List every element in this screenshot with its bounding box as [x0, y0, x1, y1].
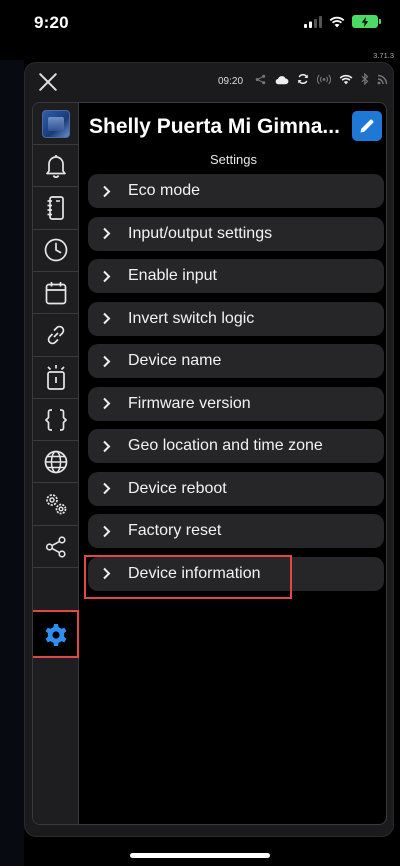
- sidebar-item-sharing[interactable]: [33, 526, 78, 568]
- sidebar-item-notifications[interactable]: [33, 145, 78, 188]
- cellular-signal-icon: [304, 15, 322, 28]
- sidebar: [33, 103, 79, 824]
- rss-icon: [377, 74, 388, 84]
- menu-item-label: Invert switch logic: [128, 309, 255, 327]
- sidebar-item-actions[interactable]: [33, 357, 78, 399]
- light-icon: [46, 365, 65, 391]
- menu-item-label: Enable input: [128, 267, 217, 284]
- device-content-frame: Shelly Puerta Mi Gimna... Settings Eco m…: [32, 102, 387, 825]
- chevron-right-icon: [103, 482, 111, 495]
- gears-icon: [45, 494, 66, 515]
- chevron-right-icon: [103, 227, 111, 240]
- sidebar-item-internet[interactable]: [33, 441, 78, 484]
- sidebar-item-advanced[interactable]: [33, 484, 78, 526]
- chevron-right-icon: [103, 270, 111, 282]
- device-information-highlight-box: [84, 555, 292, 599]
- menu-item-label: Geo location and time zone: [128, 437, 323, 454]
- chevron-right-icon: [103, 312, 111, 325]
- device-panel: 09:20 Shelly Puerta Mi Gimna... Settings…: [24, 62, 394, 837]
- page-title: Settings: [210, 152, 257, 167]
- menu-item-geo-location[interactable]: Geo location and time zone: [88, 429, 384, 463]
- menu-item-device-name[interactable]: Device name: [88, 344, 384, 378]
- bluetooth-icon: [361, 73, 369, 85]
- menu-item-input-output-settings[interactable]: Input/output settings: [88, 216, 384, 251]
- menu-item-label: Firmware version: [128, 394, 251, 412]
- menu-item-label: Factory reset: [128, 522, 222, 539]
- settings-content: Shelly Puerta Mi Gimna... Settings Eco m…: [79, 103, 386, 824]
- share-icon: [255, 74, 266, 84]
- device-thumbnail: [41, 109, 70, 138]
- chevron-right-icon: [103, 525, 111, 537]
- edit-name-button[interactable]: [352, 111, 382, 141]
- background-app-strip: [0, 60, 24, 866]
- sidebar-item-calendar[interactable]: [33, 272, 78, 315]
- cloud-icon: [275, 75, 289, 84]
- device-title: Shelly Puerta Mi Gimna...: [89, 115, 340, 138]
- chevron-right-icon: [103, 440, 111, 452]
- menu-item-invert-switch-logic[interactable]: Invert switch logic: [88, 301, 384, 336]
- share-icon: [45, 535, 66, 558]
- menu-item-label: Device name: [128, 352, 222, 369]
- menu-item-label: Eco mode: [128, 182, 201, 199]
- chevron-right-icon: [103, 185, 111, 197]
- pencil-icon: [360, 119, 374, 133]
- code-braces-icon: [44, 408, 67, 431]
- menu-item-label: Device reboot: [128, 479, 227, 497]
- header-status-icons: [255, 73, 388, 85]
- bell-icon: [45, 154, 66, 178]
- title-row: Shelly Puerta Mi Gimna...: [79, 111, 386, 147]
- sync-icon: [298, 74, 308, 84]
- clock-icon: [44, 239, 67, 262]
- status-bar: 9:20: [0, 0, 400, 46]
- menu-item-label: Input/output settings: [128, 224, 273, 242]
- link-icon: [47, 325, 64, 345]
- status-time: 9:20: [34, 13, 69, 32]
- menu-item-firmware-version[interactable]: Firmware version: [88, 386, 384, 421]
- notebook-icon: [47, 196, 64, 220]
- home-indicator[interactable]: [130, 853, 270, 858]
- status-icons: [304, 15, 381, 28]
- sidebar-item-links[interactable]: [33, 315, 78, 357]
- menu-item-enable-input[interactable]: Enable input: [88, 259, 384, 293]
- settings-highlight-box: [33, 610, 79, 658]
- calendar-icon: [45, 281, 66, 305]
- wifi-icon: [339, 74, 353, 84]
- sidebar-item-notebook[interactable]: [33, 188, 78, 230]
- globe-icon: [44, 450, 67, 474]
- menu-item-factory-reset[interactable]: Factory reset: [88, 514, 384, 548]
- sidebar-item-device[interactable]: [33, 103, 78, 145]
- chevron-right-icon: [103, 397, 111, 410]
- menu-item-eco-mode[interactable]: Eco mode: [88, 174, 384, 208]
- broadcast-icon: [317, 74, 331, 84]
- battery-charging-icon: [352, 15, 381, 28]
- sidebar-item-scripts[interactable]: [33, 399, 78, 442]
- sidebar-item-schedule[interactable]: [33, 230, 78, 272]
- close-icon[interactable]: [37, 71, 59, 93]
- wifi-icon: [329, 16, 345, 27]
- app-version: 3.71.3: [373, 51, 394, 60]
- panel-header: 09:20: [25, 63, 393, 103]
- chevron-right-icon: [103, 355, 111, 367]
- header-time: 09:20: [218, 76, 244, 87]
- menu-item-device-reboot[interactable]: Device reboot: [88, 471, 384, 506]
